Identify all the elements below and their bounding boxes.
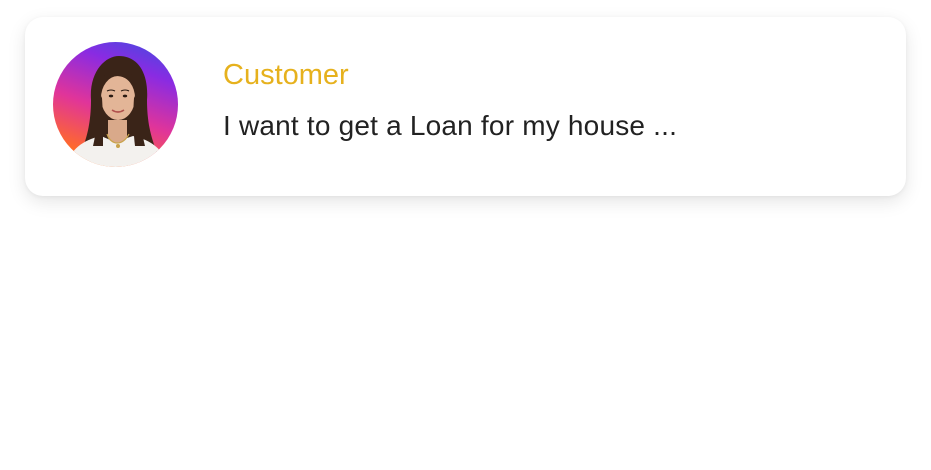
message-card[interactable]: Customer I want to get a Loan for my hou… xyxy=(25,17,906,196)
sender-name: Customer xyxy=(223,59,349,91)
page: Customer I want to get a Loan for my hou… xyxy=(0,0,931,470)
message-text-block: Customer I want to get a Loan for my hou… xyxy=(223,57,886,144)
person-avatar-icon xyxy=(67,56,167,167)
message-preview: I want to get a Loan for my house ... xyxy=(223,110,678,141)
avatar xyxy=(53,42,178,167)
